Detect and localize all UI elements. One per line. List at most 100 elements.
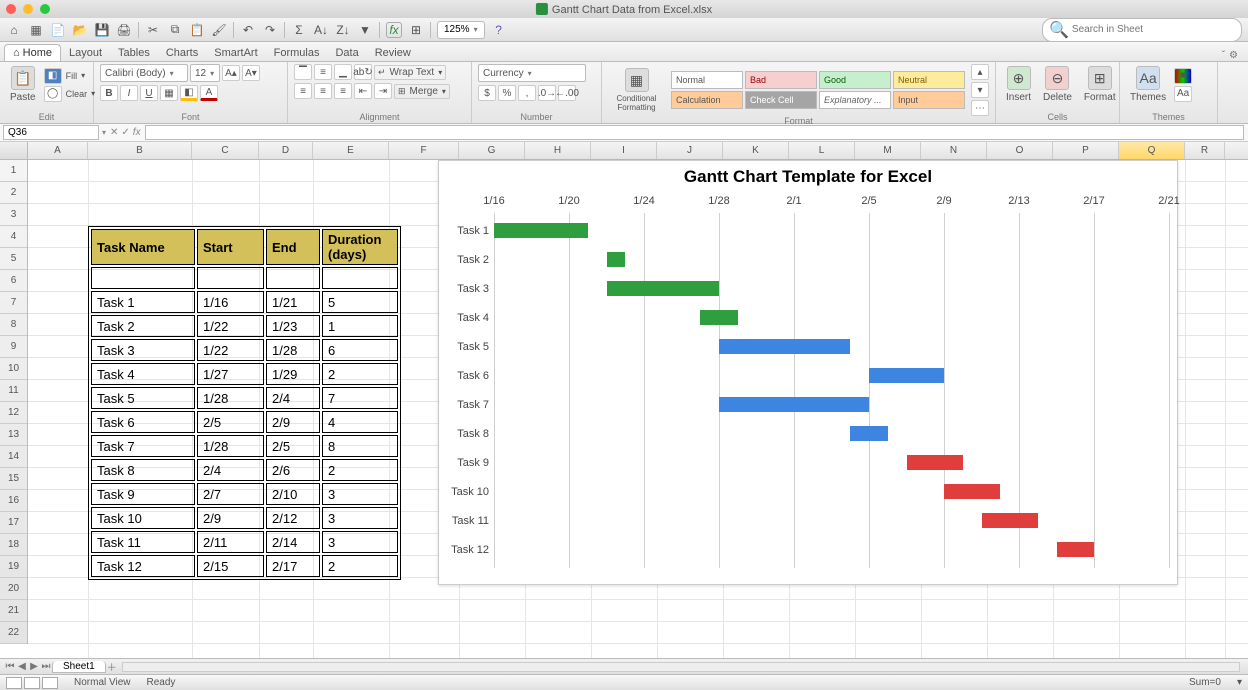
- row-header-3[interactable]: 3: [0, 204, 27, 226]
- comma-icon[interactable]: ,: [518, 85, 536, 101]
- row-header-8[interactable]: 8: [0, 314, 27, 336]
- table-cell[interactable]: Task 6: [91, 411, 195, 433]
- sheet-tab[interactable]: Sheet1: [52, 661, 106, 673]
- col-header-D[interactable]: D: [259, 142, 313, 159]
- open-icon[interactable]: 📂: [72, 22, 88, 38]
- col-header-P[interactable]: P: [1053, 142, 1119, 159]
- row-header-10[interactable]: 10: [0, 358, 27, 380]
- row-header-20[interactable]: 20: [0, 578, 27, 600]
- table-cell[interactable]: 7: [322, 387, 398, 409]
- align-middle-icon[interactable]: ≡: [314, 64, 332, 80]
- row-header-21[interactable]: 21: [0, 600, 27, 622]
- row-header-15[interactable]: 15: [0, 468, 27, 490]
- number-format-combo[interactable]: Currency: [478, 64, 586, 82]
- formula-input[interactable]: [145, 125, 1244, 140]
- table-cell[interactable]: 1/27: [197, 363, 264, 385]
- gantt-bar[interactable]: [607, 281, 720, 296]
- style-cell[interactable]: Check Cell: [745, 91, 817, 109]
- fx-icon[interactable]: fx: [386, 22, 402, 38]
- horizontal-scrollbar[interactable]: [122, 662, 1240, 672]
- tab-tables[interactable]: Tables: [110, 45, 158, 61]
- styles-more-icon[interactable]: ⋯: [971, 100, 989, 116]
- col-header-M[interactable]: M: [855, 142, 921, 159]
- filter-icon[interactable]: ▼: [357, 22, 373, 38]
- tab-review[interactable]: Review: [367, 45, 419, 61]
- page-break-view-icon[interactable]: [42, 677, 58, 689]
- cancel-formula-icon[interactable]: ✕: [110, 127, 118, 138]
- delete-cells-button[interactable]: ⊖Delete: [1039, 64, 1076, 105]
- align-left-icon[interactable]: ≡: [294, 83, 312, 99]
- col-header-E[interactable]: E: [313, 142, 389, 159]
- style-cell[interactable]: Normal: [671, 71, 743, 89]
- paste-button[interactable]: 📋Paste: [6, 64, 40, 105]
- table-cell[interactable]: Task 4: [91, 363, 195, 385]
- row-header-6[interactable]: 6: [0, 270, 27, 292]
- row-header-5[interactable]: 5: [0, 248, 27, 270]
- tab-nav-first-icon[interactable]: ⏮: [4, 661, 16, 672]
- row-header-7[interactable]: 7: [0, 292, 27, 314]
- format-painter-icon[interactable]: 🖌: [211, 22, 227, 38]
- col-header-C[interactable]: C: [192, 142, 259, 159]
- table-header[interactable]: Task Name: [91, 229, 195, 265]
- table-cell[interactable]: 1/21: [266, 291, 320, 313]
- paste-icon[interactable]: 📋: [189, 22, 205, 38]
- gantt-bar[interactable]: [1057, 542, 1095, 557]
- table-cell[interactable]: 2/6: [266, 459, 320, 481]
- help-icon[interactable]: ?: [491, 22, 507, 38]
- theme-colors-icon[interactable]: ■: [1174, 68, 1192, 84]
- search-box[interactable]: 🔍: [1042, 18, 1242, 42]
- percent-icon[interactable]: %: [498, 85, 516, 101]
- italic-button[interactable]: I: [120, 85, 138, 101]
- table-cell[interactable]: Task 1: [91, 291, 195, 313]
- gantt-chart[interactable]: Gantt Chart Template for Excel 1/161/201…: [438, 160, 1178, 585]
- indent-inc-icon[interactable]: ⇥: [374, 83, 392, 99]
- align-right-icon[interactable]: ≡: [334, 83, 352, 99]
- merge-button[interactable]: ⊞Merge▾: [394, 84, 450, 99]
- table-cell[interactable]: 2/4: [266, 387, 320, 409]
- table-cell[interactable]: Task 5: [91, 387, 195, 409]
- table-cell[interactable]: 1: [322, 315, 398, 337]
- row-header-17[interactable]: 17: [0, 512, 27, 534]
- style-cell[interactable]: Neutral: [893, 71, 965, 89]
- styles-up-icon[interactable]: ▴: [971, 64, 989, 80]
- table-cell[interactable]: 1/28: [197, 387, 264, 409]
- style-cell[interactable]: Explanatory ...: [819, 91, 891, 109]
- col-header-G[interactable]: G: [459, 142, 525, 159]
- col-header-F[interactable]: F: [389, 142, 459, 159]
- table-cell[interactable]: 1/22: [197, 339, 264, 361]
- gantt-bar[interactable]: [869, 368, 944, 383]
- sort-asc-icon[interactable]: A↓: [313, 22, 329, 38]
- tab-smartart[interactable]: SmartArt: [206, 45, 265, 61]
- col-header-A[interactable]: A: [28, 142, 88, 159]
- style-cell[interactable]: Bad: [745, 71, 817, 89]
- table-cell[interactable]: 1/22: [197, 315, 264, 337]
- workbook-icon[interactable]: ▦: [28, 22, 44, 38]
- tab-nav-prev-icon[interactable]: ◀: [16, 661, 28, 672]
- row-header-4[interactable]: 4: [0, 226, 27, 248]
- theme-fonts-icon[interactable]: Aa: [1174, 86, 1192, 102]
- row-header-13[interactable]: 13: [0, 424, 27, 446]
- table-cell[interactable]: 2/12: [266, 507, 320, 529]
- row-header-11[interactable]: 11: [0, 380, 27, 402]
- table-cell[interactable]: 2/4: [197, 459, 264, 481]
- border-button[interactable]: ▦: [160, 85, 178, 101]
- col-header-L[interactable]: L: [789, 142, 855, 159]
- tab-home[interactable]: ⌂Home: [4, 44, 61, 61]
- gantt-bar[interactable]: [494, 223, 588, 238]
- table-cell[interactable]: 3: [322, 507, 398, 529]
- col-header-R[interactable]: R: [1185, 142, 1225, 159]
- indent-dec-icon[interactable]: ⇤: [354, 83, 372, 99]
- table-cell[interactable]: 2/9: [197, 507, 264, 529]
- table-header[interactable]: End: [266, 229, 320, 265]
- row-header-9[interactable]: 9: [0, 336, 27, 358]
- redo-icon[interactable]: ↷: [262, 22, 278, 38]
- gantt-bar[interactable]: [982, 513, 1038, 528]
- fill-color-button[interactable]: ◧: [180, 85, 198, 101]
- table-cell[interactable]: 5: [322, 291, 398, 313]
- font-name-combo[interactable]: Calibri (Body): [100, 64, 188, 82]
- show-formulas-icon[interactable]: ⊞: [408, 22, 424, 38]
- new-icon[interactable]: 📄: [50, 22, 66, 38]
- undo-icon[interactable]: ↶: [240, 22, 256, 38]
- add-sheet-icon[interactable]: ＋: [106, 659, 118, 674]
- gantt-bar[interactable]: [850, 426, 888, 441]
